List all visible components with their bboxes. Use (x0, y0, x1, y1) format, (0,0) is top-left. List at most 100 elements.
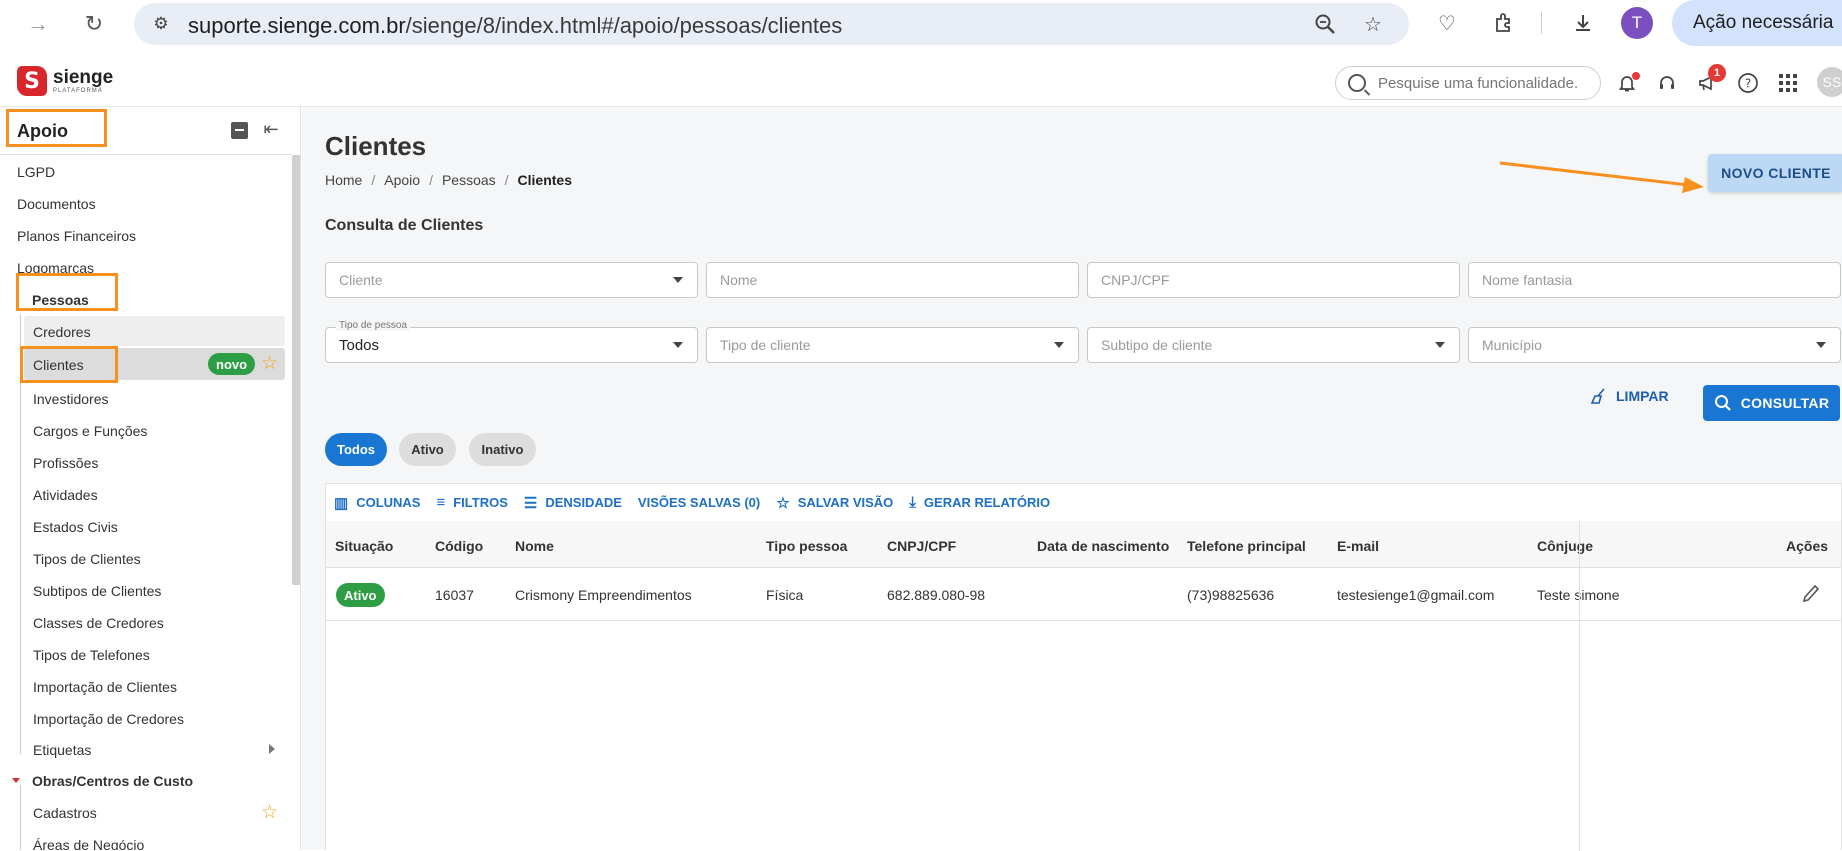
save-view-button[interactable]: ☆ SALVAR VISÃO (776, 494, 893, 512)
edit-pencil-icon[interactable] (1801, 583, 1821, 610)
forward-icon[interactable]: → (24, 10, 52, 38)
filter-chip-todos[interactable]: Todos (325, 433, 387, 466)
bookmark-star-icon[interactable]: ☆ (1360, 11, 1386, 37)
sidebar-item-importacao-credores[interactable]: Importação de Credores (0, 707, 292, 731)
sidebar-item-tipos-clientes[interactable]: Tipos de Clientes (0, 547, 292, 571)
client-select[interactable]: Cliente (325, 262, 698, 298)
extensions-puzzle-icon[interactable] (1490, 9, 1518, 37)
notifications-bell-icon[interactable] (1614, 70, 1640, 96)
site-settings-icon[interactable]: ⚙ (148, 11, 174, 37)
filters-button[interactable]: ≡ FILTROS (436, 494, 507, 511)
column-header-nome[interactable]: Nome (515, 538, 554, 554)
grid-toolbar: ▥ COLUNAS ≡ FILTROS ☰ DENSIDADE VISÕES SALV… (326, 484, 1841, 521)
favorite-star-icon[interactable]: ☆ (261, 352, 278, 375)
search-icon (1348, 74, 1366, 92)
client-subtype-placeholder: Subtipo de cliente (1101, 337, 1213, 353)
column-header-conjuge[interactable]: Cônjuge (1537, 538, 1593, 554)
client-type-select[interactable]: Tipo de cliente (706, 327, 1079, 363)
filter-chip-inativo[interactable]: Inativo (469, 433, 536, 466)
sidebar-item-lgpd[interactable]: LGPD (0, 161, 292, 185)
density-button[interactable]: ☰ DENSIDADE (524, 494, 622, 512)
municipality-select[interactable]: Município (1468, 327, 1841, 363)
breadcrumb-pessoas[interactable]: Pessoas (442, 172, 496, 188)
filter-chip-ativo[interactable]: Ativo (399, 433, 456, 466)
saved-views-button[interactable]: VISÕES SALVAS (0) (638, 495, 760, 510)
sidebar-item-label: Atividades (33, 487, 98, 503)
new-client-button[interactable]: NOVO CLIENTE (1708, 154, 1842, 192)
help-icon[interactable]: ? (1735, 70, 1761, 96)
address-bar[interactable]: ⚙ suporte.sienge.com.br/sienge/8/index.h… (134, 3, 1409, 45)
apps-grid-icon[interactable] (1775, 70, 1801, 96)
sidebar-item-planos-financeiros[interactable]: Planos Financeiros (0, 225, 292, 249)
sidebar-item-cargos[interactable]: Cargos e Funções (0, 419, 292, 443)
trade-name-field[interactable]: Nome fantasia (1468, 262, 1841, 298)
sidebar-item-label: Estados Civis (33, 519, 118, 535)
sidebar-item-subtipos-clientes[interactable]: Subtipos de Clientes (0, 579, 292, 603)
name-field[interactable]: Nome (706, 262, 1079, 298)
sidebar-item-investidores[interactable]: Investidores (0, 387, 292, 411)
reload-icon[interactable]: ↻ (80, 10, 108, 38)
sidebar-scrollbar[interactable] (292, 155, 300, 585)
sienge-logo[interactable]: S sienge PLATAFORMA (17, 66, 113, 96)
column-header-telefone[interactable]: Telefone principal (1187, 538, 1306, 554)
action-required-button[interactable]: Ação necessária⋮ (1672, 0, 1842, 46)
search-button[interactable]: CONSULTAR (1703, 385, 1840, 421)
breadcrumb-apoio[interactable]: Apoio (384, 172, 420, 188)
table-row[interactable]: Ativo 16037 Crismony Empreendimentos Fís… (326, 569, 1841, 621)
download-icon[interactable] (1569, 9, 1597, 37)
columns-button[interactable]: ▥ COLUNAS (334, 494, 420, 512)
favorite-star-icon[interactable]: ☆ (261, 801, 278, 824)
sidebar-item-importacao-clientes[interactable]: Importação de Clientes (0, 675, 292, 699)
filters-label: FILTROS (453, 495, 508, 510)
annotation-highlight-pessoas (16, 273, 118, 311)
feature-search[interactable] (1335, 66, 1601, 100)
annotation-arrow (1499, 161, 1704, 193)
sidebar-item-profissoes[interactable]: Profissões (0, 451, 292, 475)
column-header-tipo-pessoa[interactable]: Tipo pessoa (766, 538, 847, 554)
sidebar-item-obras[interactable]: Obras/Centros de Custo (0, 769, 292, 793)
column-header-situacao[interactable]: Situação (335, 538, 393, 554)
collapse-all-icon[interactable] (231, 122, 248, 139)
feature-search-input[interactable] (1378, 74, 1588, 92)
sidebar-item-credores[interactable]: Credores (24, 316, 285, 346)
person-type-value: Todos (339, 336, 380, 354)
sidebar-item-areas-negocio[interactable]: Áreas de Negócio (0, 833, 292, 850)
breadcrumb-separator: / (429, 172, 433, 188)
sidebar: Apoio ⇤ LGPD Documentos Planos Financeir… (0, 107, 301, 850)
sidebar-item-cadastros[interactable]: Cadastros ☆ (0, 801, 292, 825)
chevron-right-icon (269, 744, 275, 754)
collapse-sidebar-icon[interactable]: ⇤ (260, 117, 282, 141)
headset-support-icon[interactable] (1654, 70, 1680, 96)
clear-label: LIMPAR (1616, 388, 1669, 404)
column-header-codigo[interactable]: Código (435, 538, 483, 554)
sidebar-item-documentos[interactable]: Documentos (0, 193, 292, 217)
profile-avatar[interactable]: T (1621, 7, 1653, 39)
column-header-email[interactable]: E-mail (1337, 538, 1379, 554)
sidebar-item-tipos-telefones[interactable]: Tipos de Telefones (0, 643, 292, 667)
sidebar-item-classes-credores[interactable]: Classes de Credores (0, 611, 292, 635)
sidebar-item-estados-civis[interactable]: Estados Civis (0, 515, 292, 539)
generate-report-button[interactable]: ⤓ GERAR RELATÓRIO (909, 494, 1050, 511)
sidebar-item-etiquetas[interactable]: Etiquetas (0, 738, 292, 762)
sidebar-item-atividades[interactable]: Atividades (0, 483, 292, 507)
extension-heart-icon[interactable]: ♡ (1433, 9, 1461, 37)
person-type-select[interactable]: Tipo de pessoa Todos (325, 320, 698, 363)
user-avatar[interactable]: SS (1817, 67, 1842, 97)
action-required-label: Ação necessária (1693, 12, 1834, 33)
saved-views-label: VISÕES SALVAS (0) (637, 495, 761, 510)
megaphone-icon[interactable]: 1 (1694, 64, 1726, 96)
clear-button[interactable]: LIMPAR (1590, 384, 1669, 408)
breadcrumb-home[interactable]: Home (325, 172, 362, 188)
cell-nome: Crismony Empreendimentos (515, 587, 692, 603)
zoom-icon[interactable] (1312, 11, 1338, 37)
client-type-placeholder: Tipo de cliente (720, 337, 811, 353)
column-header-nascimento[interactable]: Data de nascimento (1037, 538, 1169, 554)
sidebar-item-label: Profissões (33, 455, 99, 471)
density-label: DENSIDADE (545, 495, 622, 510)
sidebar-item-label: Subtipos de Clientes (33, 583, 162, 599)
column-header-cnpj[interactable]: CNPJ/CPF (887, 538, 956, 554)
breadcrumb: Home / Apoio / Pessoas / Clientes (325, 172, 581, 188)
cnpj-cpf-field[interactable]: CNPJ/CPF (1087, 262, 1460, 298)
client-subtype-select[interactable]: Subtipo de cliente (1087, 327, 1460, 363)
sidebar-item-label: Investidores (33, 391, 109, 407)
